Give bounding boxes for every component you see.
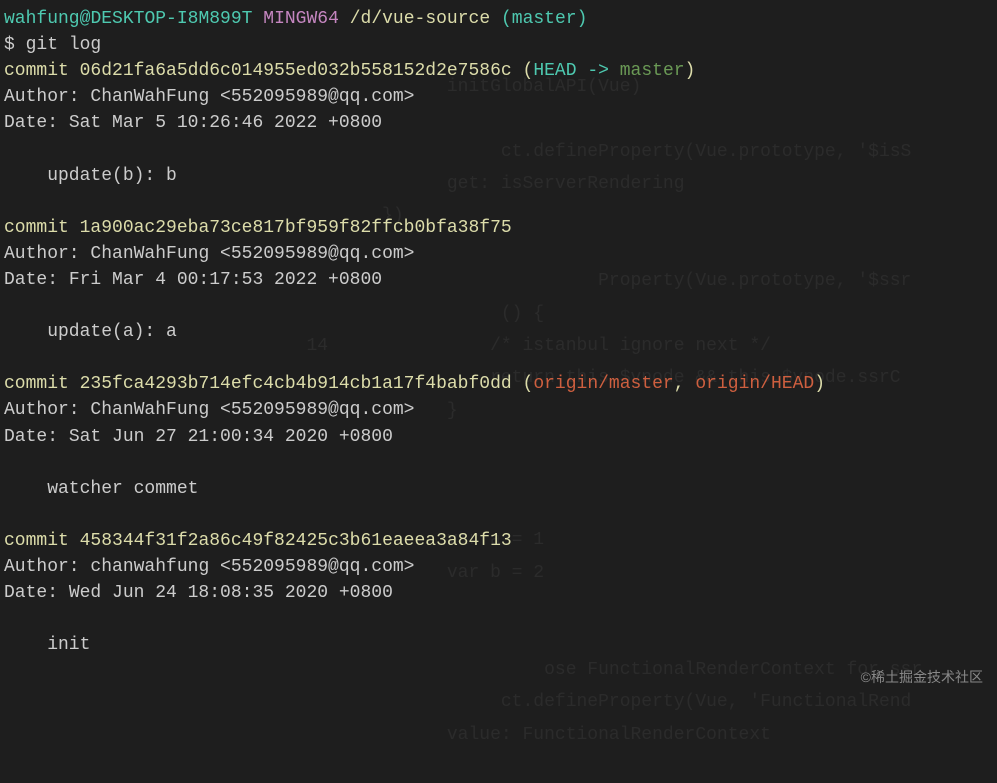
prompt-branch: (master) [501,6,587,32]
author-line: Author: chanwahfung <552095989@qq.com> [4,554,993,580]
date-line: Date: Sat Jun 27 21:00:34 2020 +0800 [4,424,993,450]
command-text: git log [26,35,102,55]
commit-hash: 235fca4293b714efc4cb4b914cb1a17f4babf0dd [80,374,512,394]
prompt-path: /d/vue-source [350,6,490,32]
commit-word: commit [4,531,69,551]
author-line: Author: ChanWahFung <552095989@qq.com> [4,397,993,423]
prompt-dollar: $ [4,35,15,55]
terminal-output[interactable]: wahfung@DESKTOP-I8M899T MINGW64 /d/vue-s… [0,0,997,664]
master-ref: master [620,61,685,81]
commit-hash: 06d21fa6a5dd6c014955ed032b558152d2e7586c [80,61,512,81]
refs-close: ) [814,374,825,394]
commit-message: init [47,632,993,658]
refs-open: ( [512,61,534,81]
commit-word: commit [4,374,69,394]
refs-open: ( [512,374,534,394]
origin-head-ref: origin/HEAD [695,374,814,394]
commit-word: commit [4,61,69,81]
prompt-host: DESKTOP-I8M899T [90,6,252,32]
prompt-line: wahfung@DESKTOP-I8M899T MINGW64 /d/vue-s… [4,6,993,32]
commit-message: update(b): b [47,163,993,189]
author-line: Author: ChanWahFung <552095989@qq.com> [4,84,993,110]
commit-line: commit 458344f31f2a86c49f82425c3b61eaeea… [4,528,993,554]
date-line: Date: Wed Jun 24 18:08:35 2020 +0800 [4,580,993,606]
watermark: ©稀土掘金技术社区 [861,667,983,687]
date-line: Date: Sat Mar 5 10:26:46 2022 +0800 [4,110,993,136]
head-ref: HEAD -> [533,61,619,81]
refs-sep: , [674,374,696,394]
prompt-user: wahfung [4,6,80,32]
author-line: Author: ChanWahFung <552095989@qq.com> [4,241,993,267]
prompt-at: @ [80,6,91,32]
commit-line: commit 235fca4293b714efc4cb4b914cb1a17f4… [4,371,993,397]
command-line: $ git log [4,32,993,58]
commit-message: watcher commet [47,476,993,502]
commit-line: commit 06d21fa6a5dd6c014955ed032b558152d… [4,58,993,84]
commit-message: update(a): a [47,319,993,345]
date-line: Date: Fri Mar 4 00:17:53 2022 +0800 [4,267,993,293]
commit-hash: 1a900ac29eba73ce817bf959f82ffcb0bfa38f75 [80,218,512,238]
refs-close: ) [685,61,696,81]
origin-master-ref: origin/master [533,374,673,394]
commit-word: commit [4,218,69,238]
commit-line: commit 1a900ac29eba73ce817bf959f82ffcb0b… [4,215,993,241]
prompt-env: MINGW64 [263,6,339,32]
commit-hash: 458344f31f2a86c49f82425c3b61eaeea3a84f13 [80,531,512,551]
